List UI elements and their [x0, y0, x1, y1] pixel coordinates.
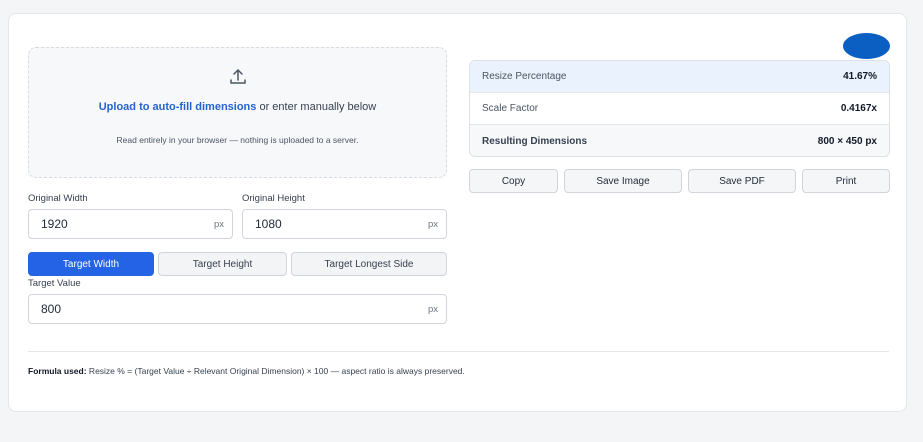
target-value-unit: px	[427, 303, 438, 315]
upload-dropzone[interactable]: Upload to auto-fill dimensions or enter …	[28, 47, 447, 178]
divider	[28, 351, 889, 352]
original-height-label: Original Height	[242, 193, 305, 204]
result-value: 0.4167x	[840, 103, 877, 114]
resize-calculator-card: Upload to auto-fill dimensions or enter …	[8, 13, 907, 412]
original-height-input[interactable]: 1080 px	[242, 209, 447, 239]
result-row-scale-factor: Scale Factor 0.4167x	[470, 93, 889, 125]
formula-text: Resize % = (Target Value ÷ Relevant Orig…	[86, 366, 465, 376]
result-row-resulting-dimensions: Resulting Dimensions 800 × 450 px	[470, 125, 889, 156]
original-height-unit: px	[427, 218, 438, 230]
upload-instructions: Upload to auto-fill dimensions or enter …	[29, 101, 446, 113]
results-panel: Resize Percentage 41.67% Scale Factor 0.…	[469, 60, 890, 157]
target-value: 800	[41, 302, 62, 316]
result-label: Resize Percentage	[482, 71, 567, 82]
result-label: Scale Factor	[482, 103, 539, 114]
result-label: Resulting Dimensions	[482, 136, 588, 147]
print-button[interactable]: Print	[802, 169, 890, 193]
original-width-input[interactable]: 1920 px	[28, 209, 233, 239]
tab-target-width[interactable]: Target Width	[28, 252, 154, 276]
upload-icon	[230, 69, 246, 84]
target-value-input[interactable]: 800 px	[28, 294, 447, 324]
target-value-label: Target Value	[28, 278, 81, 289]
upload-instructions-rest: or enter manually below	[256, 101, 377, 113]
tab-target-height[interactable]: Target Height	[158, 252, 287, 276]
formula-prefix: Formula used:	[28, 366, 87, 376]
result-value: 800 × 450 px	[817, 136, 877, 147]
original-width-label: Original Width	[28, 193, 88, 204]
original-width-unit: px	[213, 218, 224, 230]
copy-button[interactable]: Copy	[469, 169, 558, 193]
original-height-value: 1080	[255, 217, 282, 231]
action-buttons: Copy Save Image Save PDF Print	[469, 169, 890, 193]
original-width-value: 1920	[41, 217, 68, 231]
result-row-resize-percentage: Resize Percentage 41.67%	[470, 61, 889, 93]
save-pdf-button[interactable]: Save PDF	[688, 169, 796, 193]
privacy-note: Read entirely in your browser — nothing …	[116, 135, 359, 145]
upload-link[interactable]: Upload to auto-fill dimensions	[99, 101, 257, 113]
target-mode-tabs: Target Width Target Height Target Longes…	[28, 252, 447, 276]
result-value: 41.67%	[843, 71, 877, 82]
tab-target-longest-side[interactable]: Target Longest Side	[291, 252, 447, 276]
avatar[interactable]	[843, 33, 890, 59]
save-image-button[interactable]: Save Image	[564, 169, 682, 193]
formula-note: Formula used: Resize % = (Target Value ÷…	[28, 366, 465, 376]
